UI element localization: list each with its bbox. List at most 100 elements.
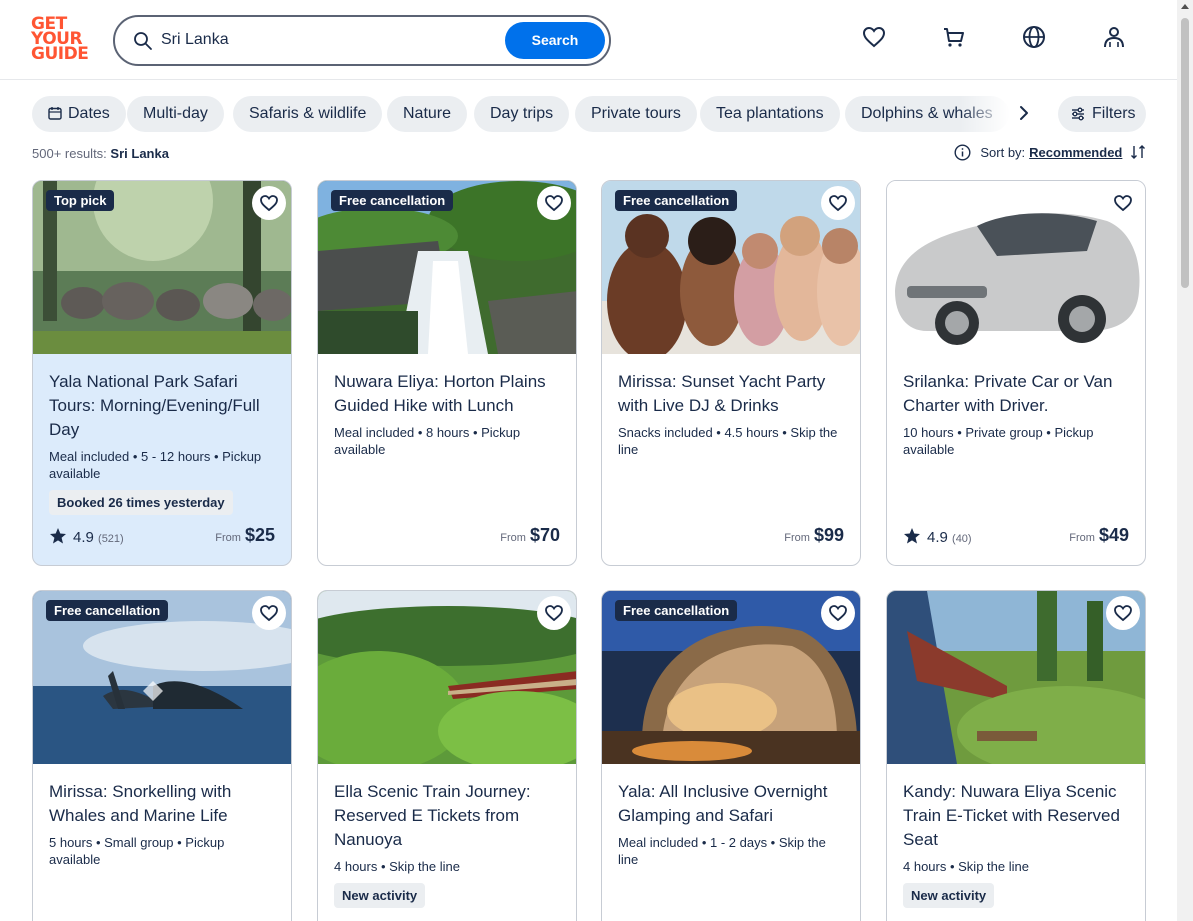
activity-image: Free cancellation — [318, 181, 576, 354]
page-scrollbar[interactable] — [1177, 0, 1193, 921]
wishlist-button[interactable] — [821, 596, 855, 630]
heart-icon — [829, 195, 847, 212]
card-title[interactable]: Ella Scenic Train Journey: Reserved E Ti… — [334, 780, 560, 852]
cart-icon[interactable] — [941, 24, 967, 50]
wishlist-button[interactable] — [252, 186, 286, 220]
logo-line-3: GUIDE — [31, 44, 89, 64]
search-input[interactable]: Sri Lanka — [161, 31, 229, 49]
results-count: 500+ results: Sri Lanka — [32, 146, 169, 161]
sort-icon[interactable] — [1130, 144, 1146, 160]
price-value: $70 — [529, 525, 560, 545]
heart-icon — [260, 605, 278, 622]
filter-chips: Dates Multi-day Safaris & wildlife Natur… — [32, 96, 1032, 132]
activity-card[interactable]: Free cancellation Mirissa: Sunset Yacht … — [601, 180, 861, 566]
card-title[interactable]: Yala: All Inclusive Overnight Glamping a… — [618, 780, 844, 828]
card-badge: Free cancellation — [331, 190, 454, 211]
activity-image: Free cancellation — [602, 181, 860, 354]
wishlist-button[interactable] — [537, 186, 571, 220]
activity-card[interactable]: Free cancellation Yala: All Inclusive Ov… — [601, 590, 861, 921]
rating-value: 4.9 — [927, 529, 948, 546]
scrollbar-thumb[interactable] — [1181, 18, 1189, 288]
filters-label: Filters — [1092, 105, 1136, 122]
wishlist-button[interactable] — [1106, 596, 1140, 630]
heart-icon — [260, 195, 278, 212]
search-button[interactable]: Search — [505, 22, 605, 59]
card-price: From $99 — [784, 525, 844, 546]
chip-day-trips[interactable]: Day trips — [474, 96, 570, 132]
card-title[interactable]: Nuwara Eliya: Horton Plains Guided Hike … — [334, 370, 560, 418]
booked-badge: Booked 26 times yesterday — [49, 490, 233, 515]
card-title[interactable]: Mirissa: Sunset Yacht Party with Live DJ… — [618, 370, 844, 418]
activity-card[interactable]: Srilanka: Private Car or Van Charter wit… — [886, 180, 1146, 566]
chip-dates[interactable]: Dates — [32, 96, 126, 132]
calendar-icon — [48, 107, 62, 120]
activity-card[interactable]: Free cancellation Nuwara Eliya: Horton P… — [317, 180, 577, 566]
filters-icon — [1072, 107, 1084, 121]
card-meta: 10 hours • Private group • Pickup availa… — [903, 425, 1094, 457]
card-rating: 4.9 (40) — [903, 527, 972, 546]
sort-value[interactable]: Recommended — [1029, 145, 1122, 160]
card-badge: Free cancellation — [615, 600, 738, 621]
activity-image — [887, 591, 1145, 764]
chip-fade — [960, 96, 1010, 132]
card-price: From $70 — [500, 525, 560, 546]
price-value: $49 — [1098, 525, 1129, 545]
price-from: From — [215, 532, 241, 544]
chip-tea-plantations[interactable]: Tea plantations — [700, 96, 840, 132]
price-from: From — [1069, 532, 1095, 544]
activity-image — [318, 591, 576, 764]
card-meta: 5 hours • Small group • Pickup available — [49, 835, 225, 867]
activity-image: Free cancellation — [33, 591, 291, 764]
star-icon — [50, 528, 66, 544]
heart-icon — [1114, 195, 1132, 212]
card-title[interactable]: Yala National Park Safari Tours: Morning… — [49, 370, 275, 442]
price-from: From — [500, 532, 526, 544]
results-count-text: 500+ results: — [32, 146, 107, 161]
logo[interactable]: GET YOUR GUIDE — [31, 16, 91, 64]
search-bar[interactable]: Sri Lanka Search — [113, 15, 611, 66]
heart-icon[interactable] — [861, 24, 887, 50]
card-badge: Top pick — [46, 190, 115, 211]
globe-icon[interactable] — [1021, 24, 1047, 50]
card-meta: 4 hours • Skip the line — [334, 859, 460, 874]
wishlist-button[interactable] — [821, 186, 855, 220]
wishlist-button[interactable] — [1106, 186, 1140, 220]
card-title[interactable]: Kandy: Nuwara Eliya Scenic Train E-Ticke… — [903, 780, 1129, 852]
rating-value: 4.9 — [73, 529, 94, 546]
scroll-up-arrow[interactable] — [1181, 4, 1189, 9]
heart-icon — [545, 605, 563, 622]
chevron-right-icon[interactable] — [1015, 104, 1033, 122]
card-badge: Free cancellation — [46, 600, 169, 621]
activity-image: Top pick — [33, 181, 291, 354]
results-query: Sri Lanka — [110, 146, 169, 161]
review-count: (521) — [98, 533, 124, 545]
activity-card[interactable]: Top pick Yala National Park Safari Tours… — [32, 180, 292, 566]
card-rating: 4.9 (521) — [49, 527, 124, 546]
chip-multi-day[interactable]: Multi-day — [127, 96, 224, 132]
info-icon[interactable] — [954, 144, 971, 161]
activity-card[interactable]: Ella Scenic Train Journey: Reserved E Ti… — [317, 590, 577, 921]
chip-safaris-wildlife[interactable]: Safaris & wildlife — [233, 96, 383, 132]
card-meta: 4 hours • Skip the line — [903, 859, 1029, 874]
heart-icon — [829, 605, 847, 622]
price-value: $25 — [244, 525, 275, 545]
chip-nature[interactable]: Nature — [387, 96, 468, 132]
card-meta: Meal included • 8 hours • Pickup availab… — [334, 425, 521, 457]
activity-card[interactable]: Kandy: Nuwara Eliya Scenic Train E-Ticke… — [886, 590, 1146, 921]
header: GET YOUR GUIDE Sri Lanka Search — [0, 0, 1177, 80]
new-activity-badge: New activity — [334, 883, 426, 908]
new-activity-badge: New activity — [903, 883, 995, 908]
card-title[interactable]: Srilanka: Private Car or Van Charter wit… — [903, 370, 1129, 418]
chip-private-tours[interactable]: Private tours — [575, 96, 697, 132]
heart-icon — [1114, 605, 1132, 622]
profile-icon[interactable] — [1101, 24, 1127, 50]
activity-card[interactable]: Free cancellation Mirissa: Snorkelling w… — [32, 590, 292, 921]
wishlist-button[interactable] — [252, 596, 286, 630]
card-meta: Meal included • 1 - 2 days • Skip the li… — [618, 835, 826, 867]
sort-control[interactable]: Sort by: Recommended — [954, 144, 1146, 161]
filters-button[interactable]: Filters — [1058, 96, 1146, 132]
card-title[interactable]: Mirissa: Snorkelling with Whales and Mar… — [49, 780, 275, 828]
wishlist-button[interactable] — [537, 596, 571, 630]
price-from: From — [784, 532, 810, 544]
heart-icon — [545, 195, 563, 212]
